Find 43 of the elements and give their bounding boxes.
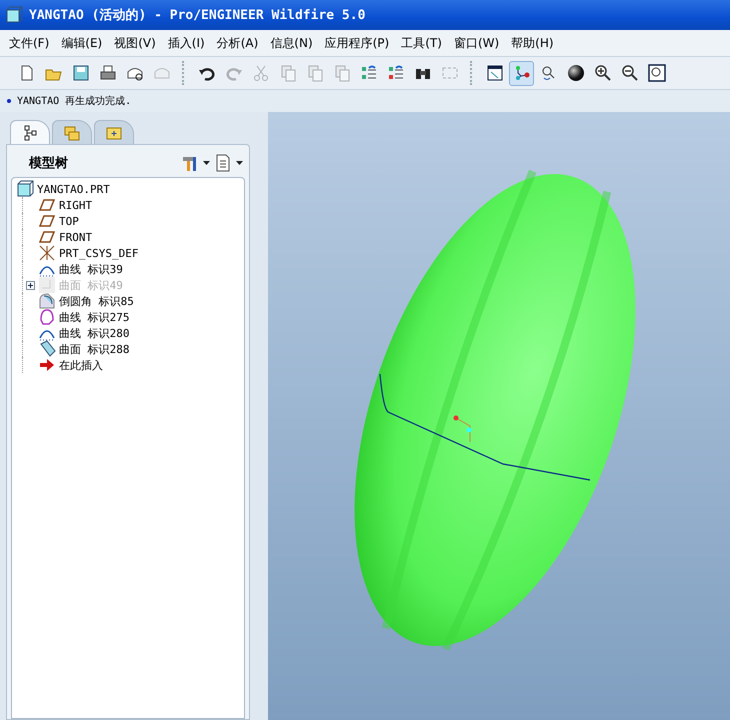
paste-icon — [306, 64, 324, 82]
menu-item[interactable]: 帮助(H) — [506, 32, 559, 54]
part-icon — [16, 180, 34, 198]
tree-item[interactable]: FRONT — [59, 230, 92, 244]
sphere-icon — [566, 64, 584, 82]
menu-item[interactable]: 应用程序(P) — [320, 32, 394, 54]
window-title: YANGTAO (活动的) - Pro/ENGINEER Wildfire 5.0 — [0, 0, 730, 30]
insert-icon — [38, 356, 56, 374]
caret-icon — [203, 161, 210, 165]
menu-item[interactable]: 窗口(W) — [448, 32, 504, 54]
tree-item[interactable]: YANGTAO.PRT — [37, 182, 110, 196]
list-icon — [214, 154, 232, 172]
menu-item[interactable]: 插入(I) — [162, 32, 210, 54]
copy-icon — [278, 64, 296, 82]
zoomout-icon — [620, 64, 638, 82]
zoomin-icon — [594, 64, 612, 82]
regen-icon — [360, 64, 378, 82]
menu-item[interactable]: 文件(F) — [4, 32, 54, 54]
menu-item[interactable]: 信息(N) — [265, 32, 318, 54]
menu-item[interactable]: 编辑(E) — [56, 32, 108, 54]
menu-item[interactable]: 分析(A) — [212, 32, 264, 54]
folder-icon — [63, 124, 81, 142]
tree-item[interactable]: 倒圆角 标识85 — [59, 294, 134, 308]
save-icon — [72, 64, 90, 82]
tree-item[interactable]: 曲线 标识280 — [59, 326, 130, 340]
tree-item[interactable]: RIGHT — [59, 198, 92, 212]
status-message: YANGTAO 再生成功完成. — [17, 94, 132, 108]
menu-item[interactable]: 视图(V) — [109, 32, 161, 54]
hammer-icon — [181, 154, 199, 172]
part-icon — [5, 6, 23, 24]
bullet-icon — [7, 99, 11, 103]
tree-item[interactable]: PRT_CSYS_DEF — [59, 246, 138, 260]
caret-icon — [236, 161, 243, 165]
tree-item[interactable]: 曲线 标识39 — [59, 262, 123, 276]
cut-icon — [252, 64, 270, 82]
print-icon — [98, 64, 116, 82]
tree-item[interactable]: 曲线 标识275 — [59, 310, 130, 324]
tree-item[interactable]: 在此插入 — [59, 358, 103, 372]
tree-item[interactable]: 曲面 标识288 — [59, 342, 130, 356]
tree-item[interactable]: TOP — [59, 214, 79, 228]
menu-item[interactable]: 工具(T) — [396, 32, 447, 54]
panel-tab[interactable] — [10, 120, 50, 144]
panel-title: 模型树 — [29, 155, 68, 172]
